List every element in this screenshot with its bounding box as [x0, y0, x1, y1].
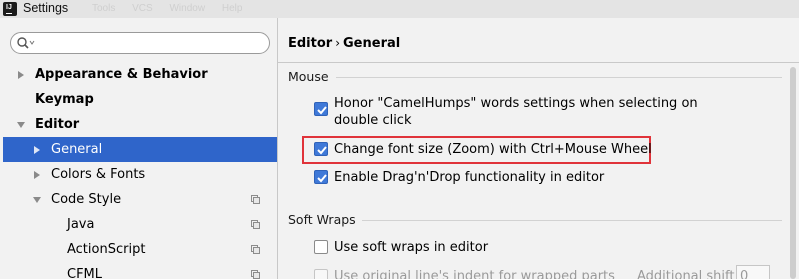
option-drag-n-drop[interactable]: Enable Drag'n'Drop functionality in edit… — [314, 168, 644, 188]
option-label: Enable Drag'n'Drop functionality in edit… — [334, 170, 605, 185]
breadcrumb-parent: Editor — [288, 36, 333, 51]
vertical-scrollbar[interactable] — [788, 63, 798, 279]
option-zoom-ctrl-wheel[interactable]: Change font size (Zoom) with Ctrl+Mouse … — [314, 140, 652, 160]
checkbox-original-indent[interactable] — [314, 269, 328, 279]
tree-item-cfml[interactable]: CFML — [0, 262, 277, 279]
copy-icon — [251, 245, 260, 255]
tree-item-label: General — [51, 142, 103, 157]
additional-shift-input[interactable] — [736, 265, 770, 279]
tree-item-editor[interactable]: Editor — [0, 112, 277, 137]
collapse-arrow-icon[interactable] — [33, 197, 41, 203]
breadcrumb-current: General — [343, 36, 401, 51]
background-menu-bar: Tools VCS Window Help — [92, 1, 256, 17]
option-camelhumps[interactable]: Honor "CamelHumps" words settings when s… — [314, 94, 714, 134]
ghost-menu-vcs: VCS — [132, 3, 153, 14]
option-label: Use original line's indent for wrapped p… — [334, 269, 615, 279]
checkbox-drag-n-drop[interactable] — [314, 170, 328, 184]
ghost-menu-tools: Tools — [92, 3, 116, 14]
tree-item-actionscript[interactable]: ActionScript — [0, 237, 277, 262]
tree-item-label: Keymap — [35, 92, 94, 107]
section-divider — [336, 77, 782, 78]
window-title: Settings — [23, 1, 69, 15]
search-box[interactable] — [10, 32, 270, 54]
settings-content-pane: Editor › General Mouse Honor "CamelHumps" … — [278, 18, 799, 279]
option-soft-wraps[interactable]: Use soft wraps in editor — [314, 238, 614, 258]
expand-arrow-icon[interactable] — [34, 171, 40, 179]
tree-item-label: ActionScript — [67, 242, 146, 257]
tree-item-colors-fonts[interactable]: Colors & Fonts — [0, 162, 277, 187]
tree-item-label: Java — [67, 217, 95, 232]
tree-item-appearance-behavior[interactable]: Appearance & Behavior — [0, 62, 277, 87]
breadcrumb-separator: › — [335, 36, 341, 50]
window-title-bar: IJ Settings Tools VCS Window Help — [0, 0, 799, 18]
option-label: Use soft wraps in editor — [334, 240, 489, 255]
checkbox-zoom-ctrl-wheel[interactable] — [314, 142, 328, 156]
option-label: Change font size (Zoom) with Ctrl+Mouse … — [334, 142, 652, 157]
tree-item-code-style[interactable]: Code Style — [0, 187, 277, 212]
header-divider — [278, 62, 799, 63]
tree-item-label: Code Style — [51, 192, 122, 207]
tree-item-label: Colors & Fonts — [51, 167, 146, 182]
option-label-line2: double click — [334, 113, 412, 128]
check-icon — [317, 106, 327, 115]
section-title-soft-wraps: Soft Wraps — [288, 212, 356, 227]
tree-item-general[interactable]: General — [3, 137, 277, 162]
tree-item-label: CFML — [67, 267, 103, 279]
checkbox-camelhumps[interactable] — [314, 102, 328, 116]
scrollbar-thumb[interactable] — [790, 67, 796, 279]
check-icon — [317, 174, 327, 183]
tree-item-label: Editor — [35, 117, 80, 132]
ghost-menu-help: Help — [221, 3, 243, 14]
option-original-indent[interactable]: Use original line's indent for wrapped p… — [314, 267, 634, 279]
intellij-app-icon: IJ — [3, 2, 17, 16]
section-divider — [362, 220, 782, 221]
breadcrumb: Editor › General — [288, 34, 400, 52]
expand-arrow-icon[interactable] — [18, 71, 24, 79]
collapse-arrow-icon[interactable] — [17, 122, 25, 128]
section-title-mouse: Mouse — [288, 69, 329, 84]
expand-arrow-icon[interactable] — [34, 146, 40, 154]
search-icon — [17, 37, 35, 49]
tree-item-label: Appearance & Behavior — [35, 67, 208, 82]
search-input[interactable] — [35, 35, 263, 51]
copy-icon — [251, 220, 260, 230]
ghost-menu-window: Window — [169, 3, 206, 14]
copy-icon — [251, 195, 260, 205]
additional-shift-label: Additional shift: — [637, 269, 739, 279]
tree-item-java[interactable]: Java — [0, 212, 277, 237]
check-icon — [317, 146, 327, 155]
tree-item-keymap[interactable]: Keymap — [0, 87, 277, 112]
checkbox-soft-wraps[interactable] — [314, 240, 328, 254]
app-icon-text: IJ — [6, 4, 12, 11]
settings-tree-pane: Appearance & Behavior Keymap Editor Gene… — [0, 18, 277, 279]
copy-icon — [251, 270, 260, 279]
